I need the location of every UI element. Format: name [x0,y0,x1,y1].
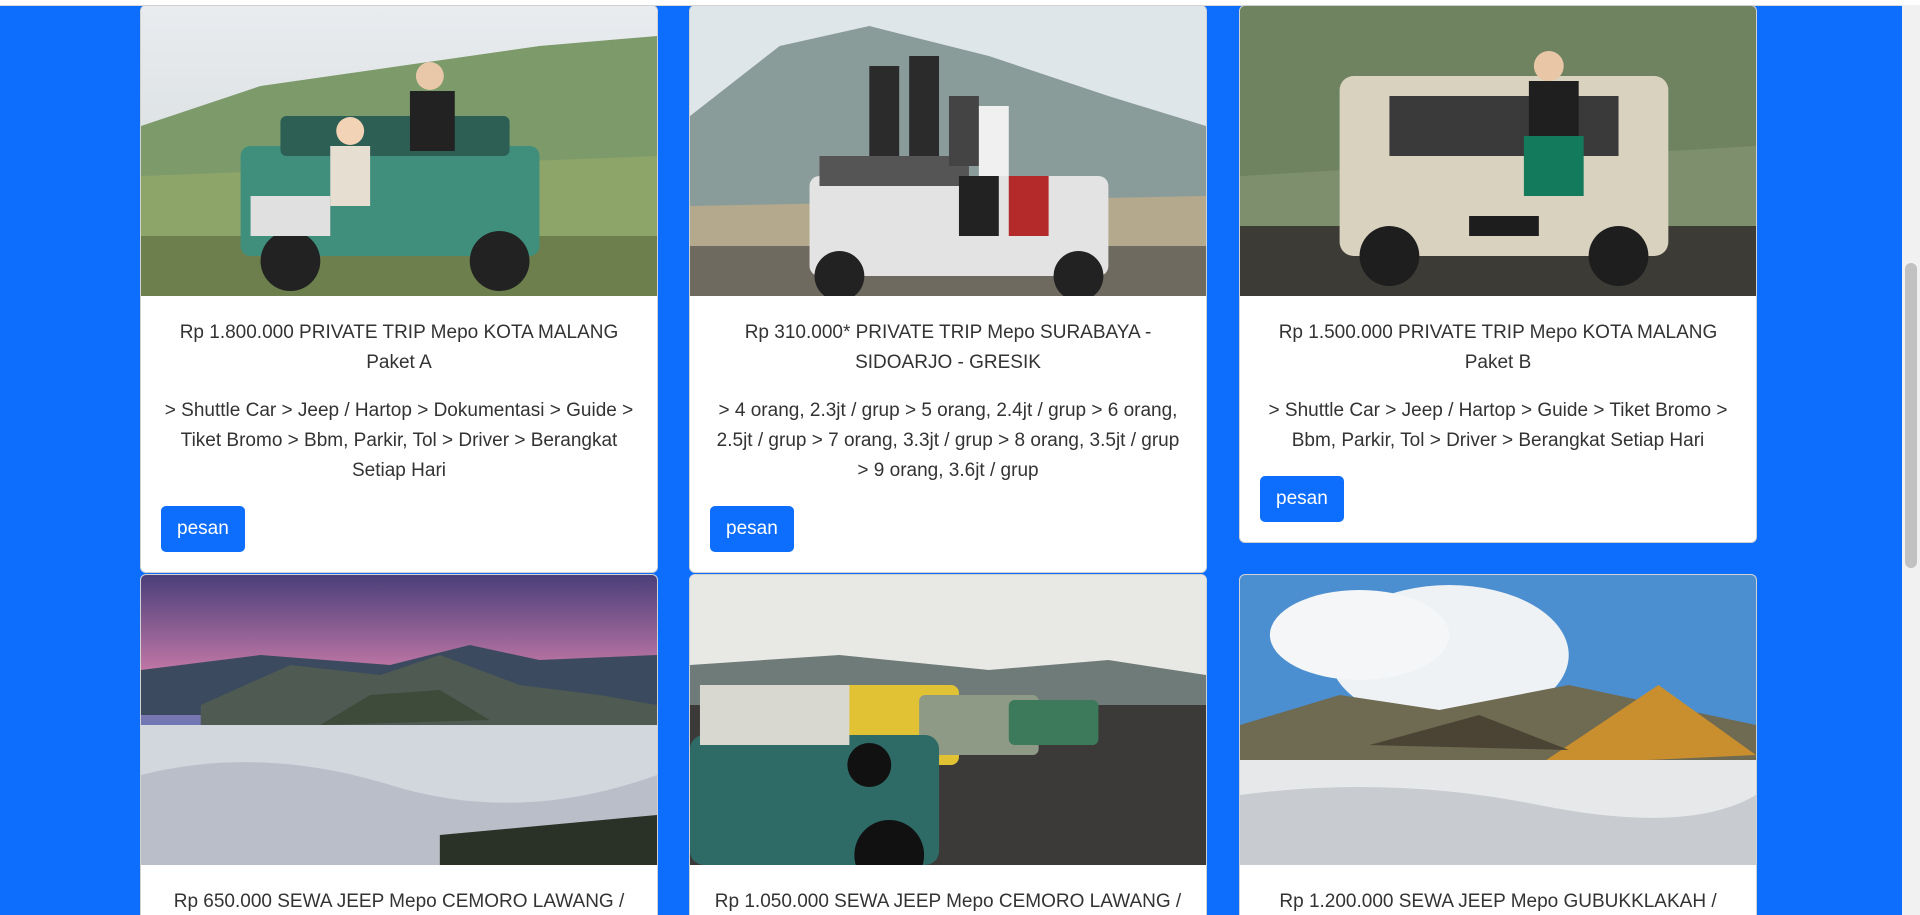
package-title: Rp 650.000 SEWA JEEP Mepo CEMORO LAWANG … [173,891,625,912]
package-title: Rp 1.800.000 PRIVATE TRIP Mepo KOTA MALA… [179,322,619,373]
package-description: > Shuttle Car > Jeep / Hartop > Guide > … [1268,400,1728,451]
package-card: Rp 1.050.000 SEWA JEEP Mepo CEMORO LAWAN… [689,574,1207,915]
package-card: Rp 1.800.000 PRIVATE TRIP Mepo KOTA MALA… [140,5,658,573]
package-body: Rp 1.800.000 PRIVATE TRIP Mepo KOTA MALA… [141,296,657,572]
package-image-group-on-jeep [690,6,1206,296]
package-image-jeep-tourists [141,6,657,296]
package-body: Rp 1.200.000 SEWA JEEP Mepo GUBUKKLAKAH … [1240,865,1756,915]
package-grid: Rp 1.800.000 PRIVATE TRIP Mepo KOTA MALA… [0,5,1902,915]
package-image-bromo-sunrise [141,575,657,865]
package-image-volcano-smoke [1240,575,1756,865]
vertical-scrollbar[interactable] [1902,5,1920,915]
package-title: Rp 1.050.000 SEWA JEEP Mepo CEMORO LAWAN… [714,891,1182,912]
pesan-button[interactable]: pesan [710,506,794,552]
package-card: Rp 650.000 SEWA JEEP Mepo CEMORO LAWANG … [140,574,658,915]
package-title: Rp 1.500.000 PRIVATE TRIP Mepo KOTA MALA… [1278,322,1718,373]
pesan-button[interactable]: pesan [161,506,245,552]
pesan-button[interactable]: pesan [1260,476,1344,522]
package-card: Rp 1.200.000 SEWA JEEP Mepo GUBUKKLAKAH … [1239,574,1757,915]
package-card: Rp 1.500.000 PRIVATE TRIP Mepo KOTA MALA… [1239,5,1757,543]
package-image-woman-on-jeep [1240,6,1756,296]
package-title: Rp 1.200.000 SEWA JEEP Mepo GUBUKKLAKAH … [1279,891,1717,912]
package-description: > Shuttle Car > Jeep / Hartop > Dokument… [164,400,634,481]
package-body: Rp 1.050.000 SEWA JEEP Mepo CEMORO LAWAN… [690,865,1206,915]
package-image-jeep-row [690,575,1206,865]
package-body: Rp 650.000 SEWA JEEP Mepo CEMORO LAWANG … [141,865,657,915]
package-body: Rp 1.500.000 PRIVATE TRIP Mepo KOTA MALA… [1240,296,1756,542]
package-title: Rp 310.000* PRIVATE TRIP Mepo SURABAYA -… [744,322,1152,373]
package-body: Rp 310.000* PRIVATE TRIP Mepo SURABAYA -… [690,296,1206,572]
scrollbar-thumb[interactable] [1905,263,1917,568]
package-card: Rp 310.000* PRIVATE TRIP Mepo SURABAYA -… [689,5,1207,573]
package-description: > 4 orang, 2.3jt / grup > 5 orang, 2.4jt… [716,400,1180,481]
